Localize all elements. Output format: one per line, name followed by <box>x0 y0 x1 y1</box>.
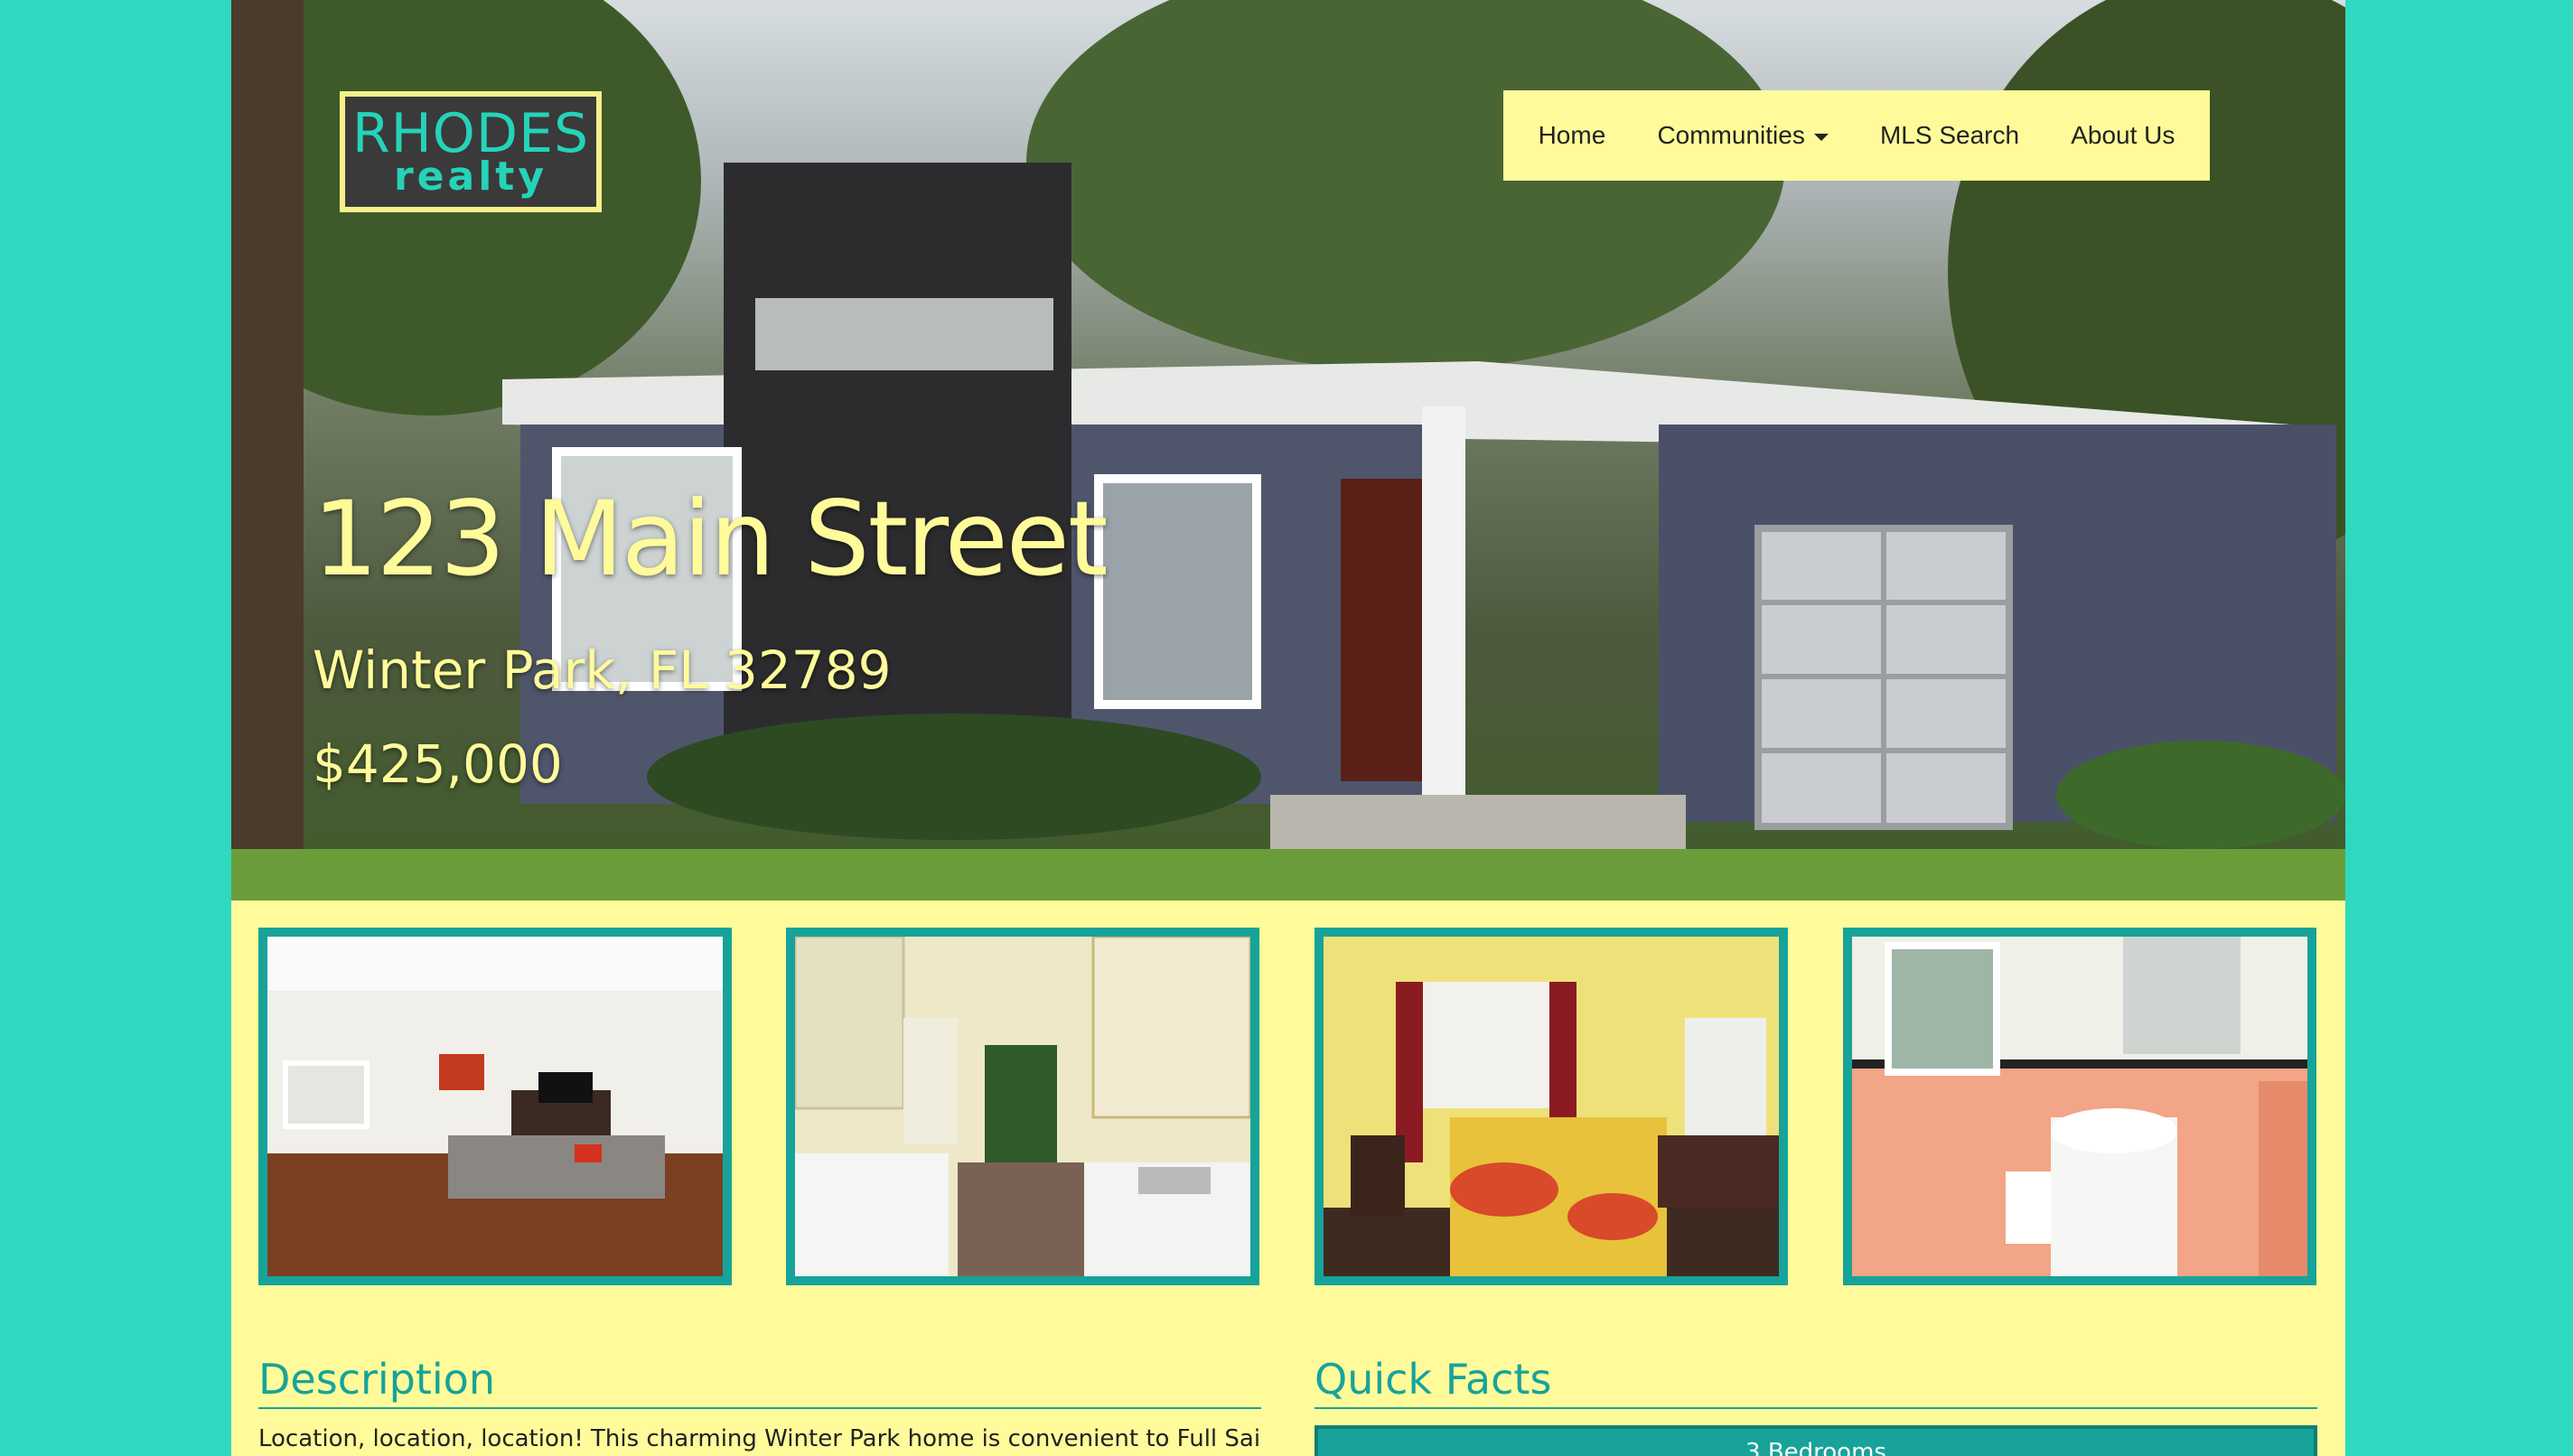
gallery-thumb-kitchen[interactable] <box>786 928 1259 1285</box>
listing-price: $425,000 <box>313 733 563 795</box>
nav-communities-dropdown[interactable]: Communities <box>1657 121 1829 150</box>
rhodes-realty-logo[interactable]: RHODES realty <box>340 91 602 212</box>
nav-mls-search[interactable]: MLS Search <box>1880 121 2019 150</box>
gallery-thumb-bathroom[interactable] <box>1843 928 2316 1285</box>
hero-banner: RHODES realty Home Communities MLS Searc… <box>231 0 2345 901</box>
listing-city: Winter Park, FL 32789 <box>313 639 892 701</box>
page-content: RHODES realty Home Communities MLS Searc… <box>231 0 2345 1456</box>
bedroom-photo <box>1324 937 1779 1276</box>
logo-line-1: RHODES <box>351 102 590 165</box>
gallery-thumb-living-room[interactable] <box>258 928 732 1285</box>
main-nav: Home Communities MLS Search About Us <box>1503 90 2210 181</box>
living-room-photo <box>267 937 723 1276</box>
bathroom-photo <box>1852 937 2307 1276</box>
kitchen-photo <box>795 937 1250 1276</box>
gallery-thumb-bedroom[interactable] <box>1315 928 1788 1285</box>
nav-about-us[interactable]: About Us <box>2071 121 2175 150</box>
description-heading: Description <box>258 1355 1261 1409</box>
caret-down-icon <box>1813 133 1829 141</box>
nav-home[interactable]: Home <box>1539 121 1606 150</box>
nav-communities-label: Communities <box>1657 121 1805 149</box>
listing-address: 123 Main Street <box>313 479 1109 599</box>
fact-bedrooms: 3 Bedrooms <box>1315 1425 2317 1456</box>
description-text: Location, location, location! This charm… <box>258 1425 1261 1452</box>
quick-facts-heading: Quick Facts <box>1315 1355 2317 1409</box>
logo-line-2: realty <box>393 154 548 200</box>
